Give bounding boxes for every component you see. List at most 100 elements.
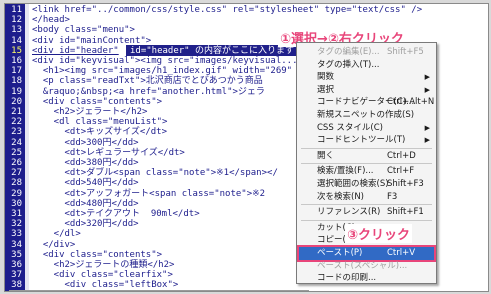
line-number: 37: [11, 270, 22, 281]
selected-text[interactable]: id="header" の内容がここに入ります: [130, 46, 294, 56]
menu-item-label: CSS スタイル(C): [317, 122, 383, 133]
line-number: 11: [11, 5, 22, 15]
code-line[interactable]: </dl>: [32, 229, 81, 239]
context-menu-item[interactable]: コードの印刷...: [299, 272, 434, 285]
line-number: 34: [11, 239, 22, 250]
context-menu-item[interactable]: タグの編集(E)... Shift+F5: [299, 46, 434, 59]
line-number: 21: [11, 107, 22, 117]
code-line[interactable]: <dl class="menuList">: [32, 117, 168, 127]
menu-item-label: 新規スニペットの作成(S): [317, 110, 415, 120]
menu-item-label: 次を検索(N): [317, 191, 364, 202]
menu-item-shortcut: Ctrl+F: [387, 166, 415, 177]
code-line[interactable]: <dt>レギュラーサイズ</dt>: [32, 148, 185, 158]
line-number: 19: [11, 86, 22, 97]
code-line[interactable]: <div class="contents">: [32, 250, 162, 260]
line-number: 25: [11, 147, 22, 158]
menu-item-label: 選択: [317, 84, 335, 95]
line-number: 29: [11, 188, 22, 199]
context-menu-item[interactable]: タグの挿入(T)...: [299, 59, 434, 72]
context-menu-item[interactable]: 選択 ▶: [299, 84, 434, 97]
menu-item-label: 開く: [317, 150, 335, 161]
context-menu-item[interactable]: 検索/置換(F)... Ctrl+F: [299, 165, 434, 178]
code-line[interactable]: <dd>320円</dd>: [32, 219, 139, 229]
menu-item-label: ペースト(スペシャル)...: [317, 260, 408, 271]
menu-item-shortcut: Shift+F1: [387, 207, 424, 218]
menu-separator: [301, 219, 432, 221]
context-menu-item[interactable]: CSS スタイル(C) ▶: [299, 122, 434, 135]
menu-item-label: コードヒントツール(T): [317, 135, 406, 146]
line-number: 15: [11, 45, 22, 56]
code-line[interactable]: <link href="../common/css/style.css" rel…: [32, 5, 422, 15]
submenu-arrow-icon: ▶: [424, 85, 430, 94]
code-line[interactable]: <dt>アッフォガート<span class="note">※2: [32, 189, 266, 199]
menu-item-shortcut: Ctrl+Alt+N: [387, 97, 435, 108]
context-menu-item[interactable]: コードナビゲーター(C)... Ctrl+Alt+N: [299, 96, 434, 109]
line-number: 28: [11, 178, 22, 189]
menu-item-shortcut: Ctrl+V: [387, 248, 416, 258]
code-line[interactable]: <h2>ジェラート</h2>: [32, 107, 148, 117]
context-menu-item[interactable]: 関数 ▶: [299, 71, 434, 84]
menu-item-label: ペースト(P): [317, 248, 363, 258]
context-menu-item[interactable]: 新規スニペットの作成(S): [299, 109, 434, 122]
line-number: 33: [11, 229, 22, 240]
marker-strip: [25, 4, 29, 291]
context-menu-item[interactable]: 選択範囲の検索(S) Shift+F3: [299, 178, 434, 191]
line-number: 22: [11, 117, 22, 128]
menu-item-label: 関数: [317, 72, 335, 83]
code-line[interactable]: <dd>380円</dd>: [32, 158, 139, 168]
submenu-arrow-icon: ▶: [424, 136, 430, 145]
line-number: 12: [11, 15, 22, 26]
code-line[interactable]: <dd>480円</dd>: [32, 199, 139, 209]
code-line[interactable]: <body class="menu">: [32, 25, 135, 35]
line-number: 27: [11, 168, 22, 179]
menu-item-shortcut: Shift+F5: [387, 47, 424, 57]
context-menu: タグの編集(E)... Shift+F5 タグの挿入(T)... 関数 ▶ 選択 ▶ コードナ…: [296, 42, 437, 284]
menu-item-shortcut: Shift+F3: [387, 179, 424, 189]
context-menu-item[interactable]: 開く Ctrl+D: [299, 150, 434, 163]
menu-separator: [301, 147, 432, 149]
code-line[interactable]: <div id="keyvisual"><img src="images/key…: [32, 56, 298, 66]
callout-click: ③クリック: [345, 224, 413, 243]
code-line[interactable]: <dt>キッズサイズ</dt>: [32, 127, 168, 137]
menu-item-label: 選択範囲の検索(S): [317, 179, 389, 189]
submenu-arrow-icon: ▶: [424, 73, 430, 82]
code-line[interactable]: <div id="header": [32, 46, 119, 56]
menu-item-label: タグの挿入(T)...: [317, 59, 380, 70]
code-line[interactable]: <dd>300円</dd>: [32, 138, 139, 148]
menu-item-label: リファレンス(R): [317, 207, 381, 218]
code-line[interactable]: <h2>ジェラートの種類</h2>: [32, 260, 175, 270]
code-line[interactable]: </head>: [32, 15, 70, 25]
menu-item-label: コードの印刷...: [317, 273, 377, 284]
line-number: 30: [11, 198, 22, 209]
menu-separator: [301, 163, 432, 165]
horizontal-scrollbar[interactable]: [9, 290, 309, 291]
menu-item-label: タグの編集(E)...: [317, 47, 380, 57]
line-number: 17: [11, 66, 22, 77]
line-number-gutter: 11 12 13 14 15 16 17 18 19 20 21 22 23 24 25 26 27 28 29 30…: [5, 4, 25, 291]
context-menu-item[interactable]: ペースト(スペシャル)...: [299, 260, 434, 273]
submenu-arrow-icon: ▶: [424, 123, 430, 132]
line-number: 26: [11, 158, 22, 168]
line-number: 13: [11, 25, 22, 36]
menu-item-shortcut: F3: [387, 191, 398, 202]
menu-item-label: 検索/置換(F)...: [317, 166, 374, 177]
context-menu-item[interactable]: ペースト(P) Ctrl+V: [297, 245, 436, 262]
line-number: 18: [11, 76, 22, 87]
line-number: 14: [11, 35, 22, 46]
menu-item-shortcut: Ctrl+D: [387, 150, 416, 161]
line-number: 36: [11, 260, 22, 270]
code-line[interactable]: </div>: [32, 240, 76, 250]
context-menu-item[interactable]: リファレンス(R) Shift+F1: [299, 206, 434, 219]
code-line[interactable]: <dt>テイクアウト 90ml</dt>: [32, 209, 200, 219]
line-number: 32: [11, 219, 22, 230]
line-number: 24: [11, 137, 22, 148]
code-line[interactable]: <dd>540円</dd>: [32, 178, 139, 188]
line-number: 23: [11, 127, 22, 138]
code-line[interactable]: <div class="contents">: [32, 97, 162, 107]
context-menu-item[interactable]: コードヒントツール(T) ▶: [299, 134, 434, 147]
line-number: 31: [11, 209, 22, 219]
line-number: 35: [11, 249, 22, 260]
code-line[interactable]: <div class="clearfix">: [32, 270, 173, 280]
code-line[interactable]: <dt>ダブル<span class="note">※1</span></: [32, 168, 278, 178]
context-menu-item[interactable]: 次を検索(N) F3: [299, 191, 434, 204]
